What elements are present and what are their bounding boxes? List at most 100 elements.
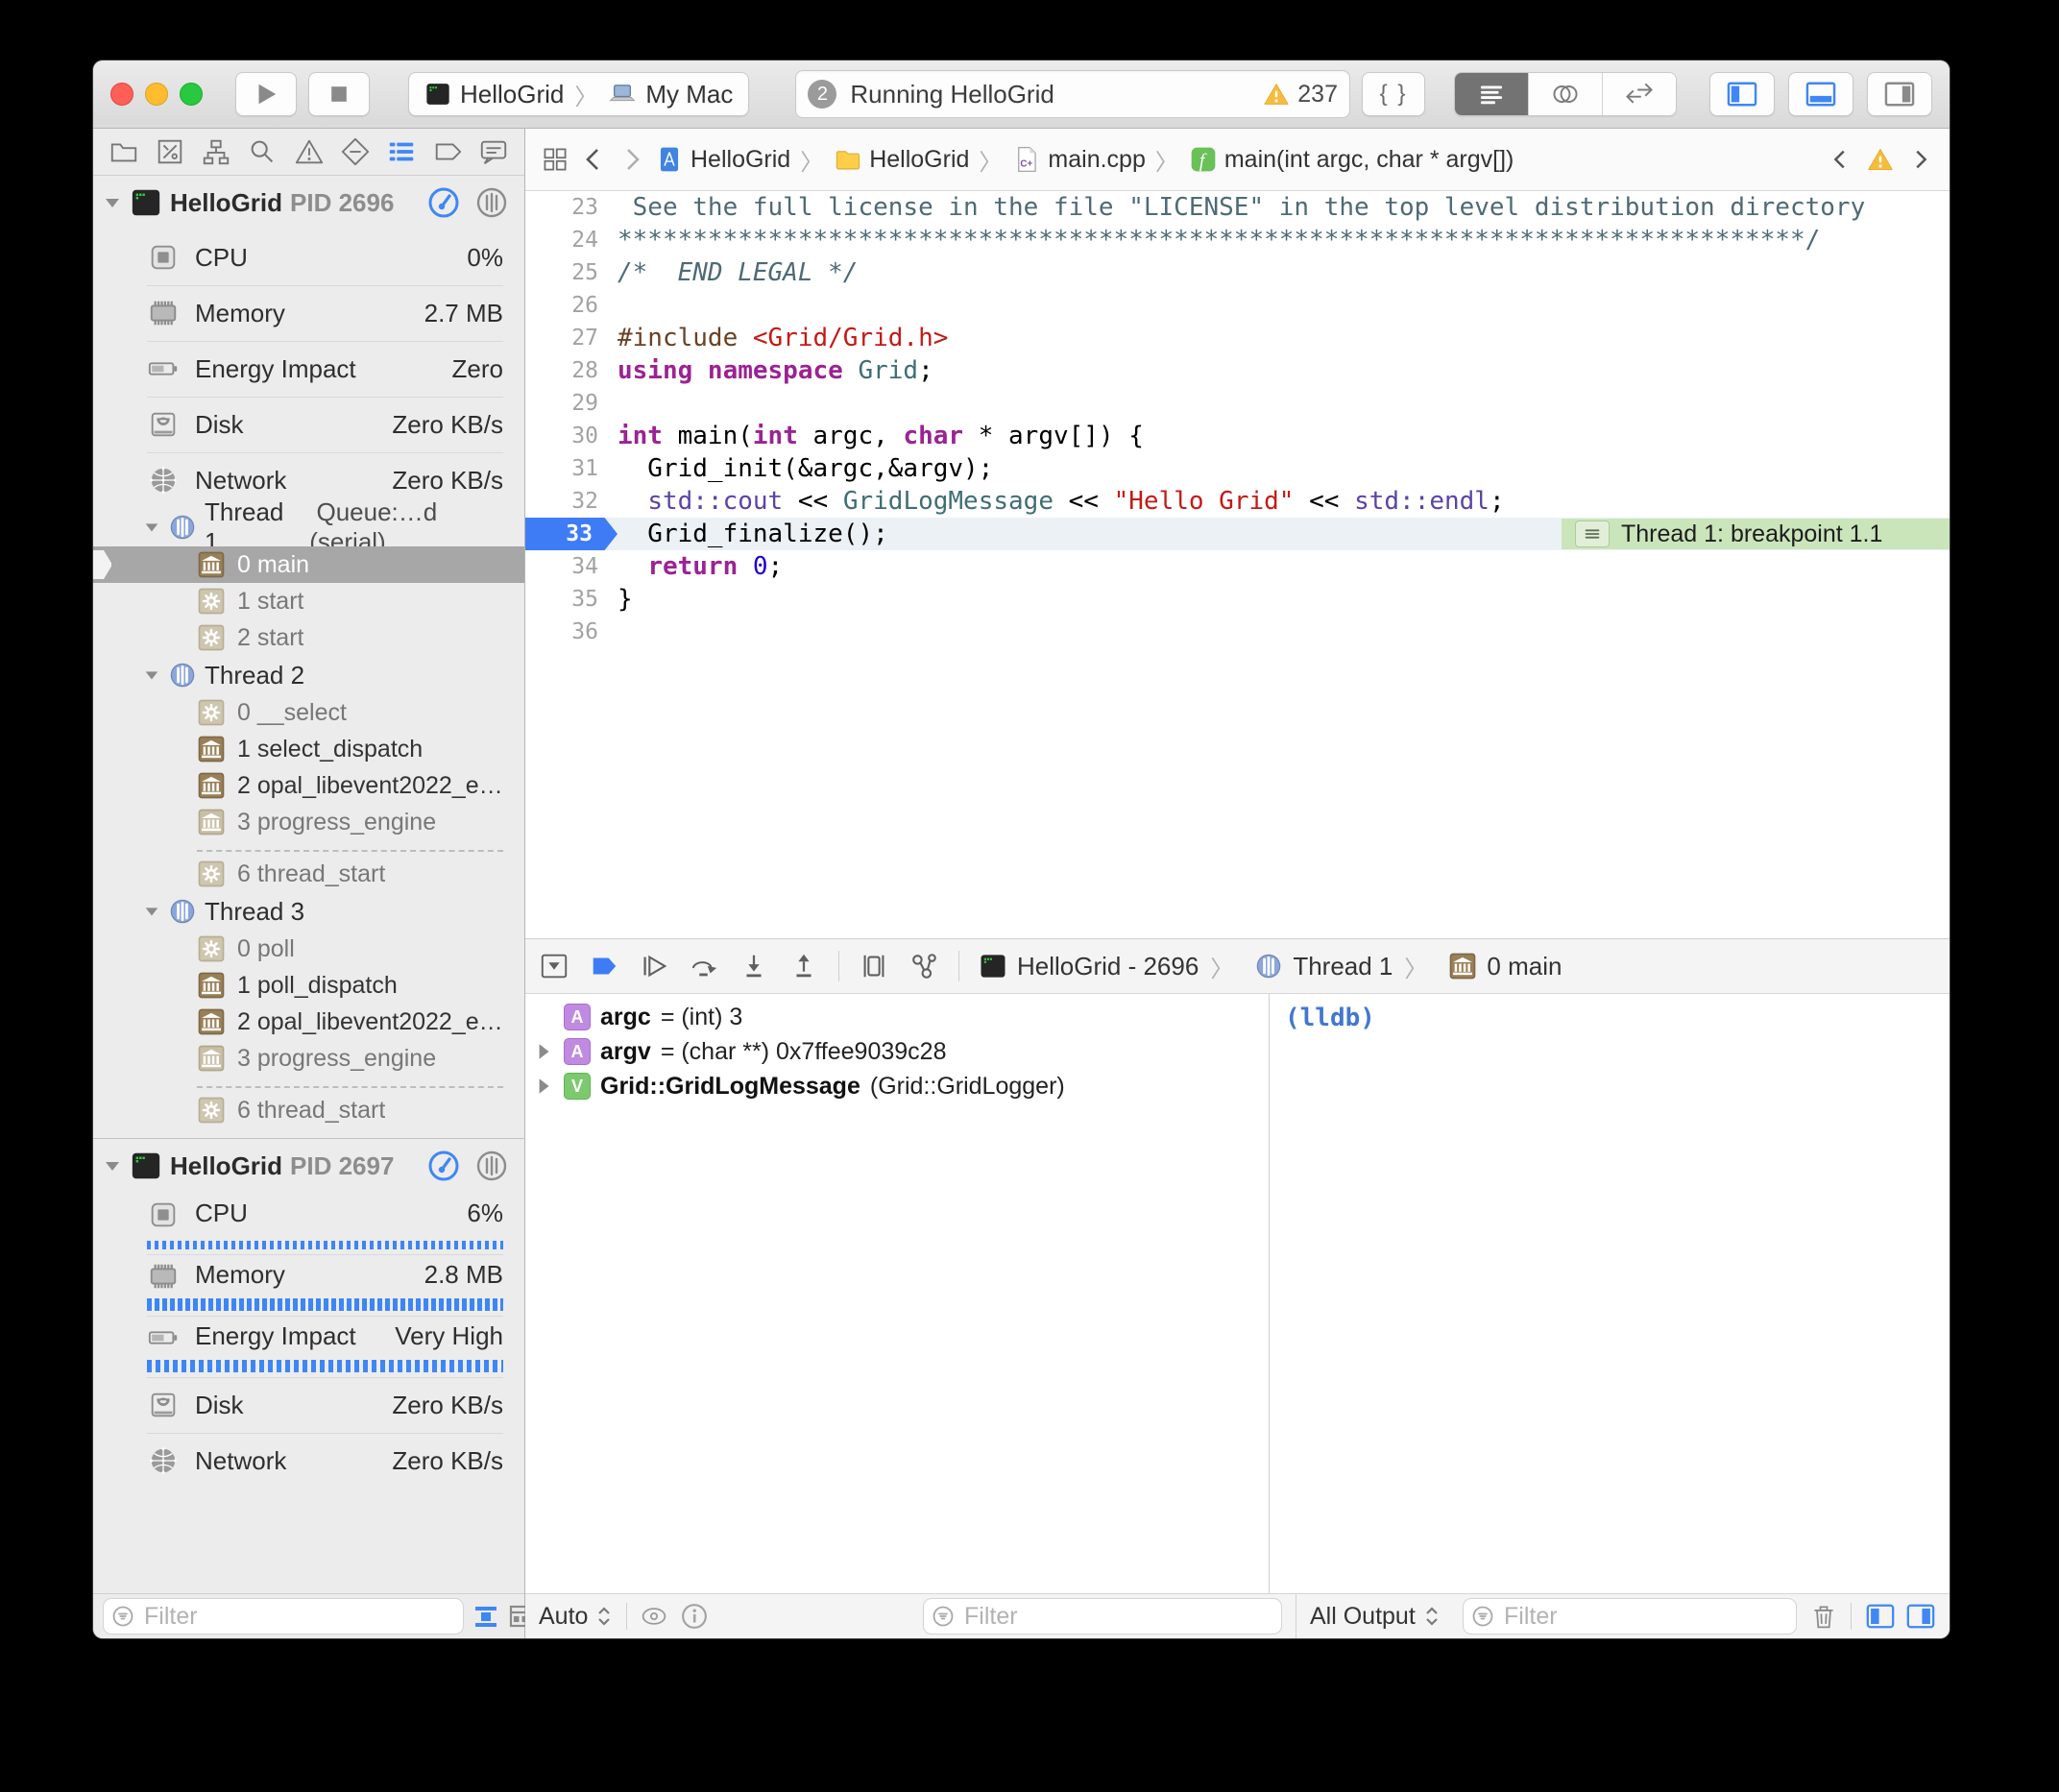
show-variables-view-button[interactable]	[1865, 1602, 1896, 1631]
console-view[interactable]: (lldb)	[1270, 994, 1950, 1593]
gauge-row-cpu[interactable]: CPU0%	[93, 230, 524, 285]
variable-row[interactable]: Aargc= (int) 3	[525, 1000, 1269, 1034]
standard-editor-button[interactable]	[1455, 73, 1529, 115]
continue-icon[interactable]	[639, 951, 669, 981]
activity-view[interactable]: 2 Running HelloGrid 237	[795, 70, 1350, 118]
info-icon[interactable]	[681, 1603, 708, 1630]
breadcrumb-symbol[interactable]: f main(int argc, char * argv[])	[1190, 146, 1514, 174]
back-button-icon[interactable]	[579, 145, 608, 174]
toggle-navigator-button[interactable]	[1709, 72, 1775, 116]
breakpoint-indicator[interactable]: 33	[525, 518, 618, 550]
navigator-filter-field[interactable]	[103, 1598, 464, 1635]
toggle-inspector-button[interactable]	[1867, 72, 1932, 116]
code-area[interactable]: 23 See the full license in the file "LIC…	[525, 191, 1950, 938]
variables-filter-field[interactable]	[923, 1598, 1282, 1635]
code-review-button[interactable]: { }	[1362, 72, 1425, 116]
debug-breadcrumb-process[interactable]: HelloGrid - 2696 〉	[979, 950, 1235, 983]
frame-row[interactable]: 6 thread_start	[93, 1092, 524, 1128]
breadcrumb-file[interactable]: C+ main.cpp 〉	[1013, 143, 1179, 177]
console-filter-input[interactable]	[1502, 1602, 1788, 1632]
code-line[interactable]: 30int main(int argc, char * argv[]) {	[525, 420, 1950, 452]
code-line[interactable]: 29	[525, 387, 1950, 420]
frame-row[interactable]: 0 main	[93, 546, 524, 583]
variables-scope-popup[interactable]: Auto	[539, 1603, 613, 1631]
code-line[interactable]: 36	[525, 616, 1950, 648]
code-line[interactable]: 34 return 0;	[525, 550, 1950, 583]
minimize-window-button[interactable]	[145, 83, 168, 106]
gauge-row-memory[interactable]: Memory2.7 MB	[93, 285, 524, 341]
frame-row[interactable]: 2 start	[93, 619, 524, 656]
related-items-icon[interactable]	[541, 145, 569, 174]
memory-graph-icon[interactable]	[908, 951, 939, 981]
breadcrumb-project[interactable]: HelloGrid 〉	[656, 143, 825, 177]
thread-row[interactable]: Thread 3	[93, 892, 524, 931]
frame-row[interactable]: 1 start	[93, 583, 524, 619]
stop-button[interactable]	[308, 72, 370, 116]
close-window-button[interactable]	[110, 83, 133, 106]
zoom-window-button[interactable]	[180, 83, 203, 106]
gauge-row-network[interactable]: NetworkZero KB/s	[93, 1433, 524, 1489]
clear-console-trash-icon[interactable]	[1810, 1603, 1837, 1630]
code-line[interactable]: 33 Grid_finalize();Thread 1: breakpoint …	[525, 518, 1950, 550]
hide-debug-area-icon[interactable]	[539, 951, 569, 981]
gauge-row-energy-impact[interactable]: Energy ImpactZero	[93, 341, 524, 397]
step-over-icon[interactable]	[689, 951, 719, 981]
variable-row[interactable]: VGrid::GridLogMessage(Grid::GridLogger)	[525, 1069, 1269, 1103]
code-line[interactable]: 26	[525, 289, 1950, 322]
console-output-popup[interactable]: All Output	[1310, 1603, 1441, 1631]
gauge-row-memory[interactable]: Memory2.8 MB	[93, 1254, 524, 1316]
code-line[interactable]: 35}	[525, 583, 1950, 616]
code-line[interactable]: 23 See the full license in the file "LIC…	[525, 191, 1950, 224]
thread-row[interactable]: Thread 1 Queue:…d (serial)	[93, 508, 524, 546]
breadcrumb-group[interactable]: HelloGrid 〉	[835, 143, 1004, 177]
code-line[interactable]: 25/* END LEGAL */	[525, 256, 1950, 289]
code-line[interactable]: 28using namespace Grid;	[525, 354, 1950, 387]
navigator-filter-input[interactable]	[142, 1602, 455, 1632]
gauge-row-disk[interactable]: DiskZero KB/s	[93, 397, 524, 452]
issues-indicator[interactable]: 237	[1263, 81, 1338, 109]
code-line[interactable]: 31 Grid_init(&argc,&argv);	[525, 452, 1950, 485]
toggle-debug-area-button[interactable]	[1788, 72, 1853, 116]
step-out-icon[interactable]	[788, 951, 819, 981]
forward-button-icon[interactable]	[618, 145, 646, 174]
previous-issue-icon[interactable]	[1827, 146, 1853, 173]
issue-navigator-icon[interactable]	[294, 136, 325, 167]
frame-row[interactable]: 0 __select	[93, 694, 524, 731]
gauge-row-disk[interactable]: DiskZero KB/s	[93, 1377, 524, 1433]
code-line[interactable]: 32 std::cout << GridLogMessage << "Hello…	[525, 485, 1950, 518]
breakpoints-enabled-icon[interactable]	[589, 951, 619, 981]
gauge-row-energy-impact[interactable]: Energy ImpactVery High	[93, 1316, 524, 1377]
find-navigator-icon[interactable]	[247, 136, 278, 167]
view-debugger-icon[interactable]	[859, 951, 889, 981]
project-navigator-icon[interactable]	[109, 136, 139, 167]
code-line[interactable]: 27#include <Grid/Grid.h>	[525, 322, 1950, 354]
gauge-row-cpu[interactable]: CPU6%	[93, 1193, 524, 1254]
filter-running-icon[interactable]	[473, 1604, 498, 1629]
variable-row[interactable]: Aargv= (char **) 0x7ffee9039c28	[525, 1034, 1269, 1069]
annotation-menu-icon[interactable]	[1575, 521, 1610, 547]
assistant-editor-button[interactable]	[1529, 73, 1603, 115]
debug-breadcrumb-thread[interactable]: Thread 1 〉	[1254, 950, 1429, 983]
debug-breadcrumb-frame[interactable]: 0 main	[1448, 952, 1562, 981]
frame-row[interactable]: 2 opal_libevent2022_ev…	[93, 767, 524, 804]
symbol-navigator-icon[interactable]	[201, 136, 231, 167]
show-console-view-button[interactable]	[1905, 1602, 1936, 1631]
breakpoint-navigator-icon[interactable]	[432, 136, 463, 167]
frame-row[interactable]: 2 opal_libevent2022_ev…	[93, 1004, 524, 1040]
run-button[interactable]	[235, 72, 297, 116]
debug-navigator-icon[interactable]	[386, 136, 417, 167]
process-row[interactable]: HelloGridPID 2696	[93, 176, 524, 230]
frame-row[interactable]: 6 thread_start	[93, 856, 524, 892]
frame-row[interactable]: 1 select_dispatch	[93, 731, 524, 767]
disclosure-triangle-icon[interactable]	[533, 1041, 554, 1062]
test-navigator-icon[interactable]	[340, 136, 371, 167]
thread-row[interactable]: Thread 2	[93, 656, 524, 694]
disclosure-triangle-icon[interactable]	[533, 1076, 554, 1097]
next-issue-icon[interactable]	[1907, 146, 1934, 173]
frame-row[interactable]: 0 poll	[93, 931, 524, 967]
quicklook-eye-icon[interactable]	[641, 1603, 667, 1630]
report-navigator-icon[interactable]	[478, 136, 509, 167]
version-editor-button[interactable]	[1603, 73, 1676, 115]
step-into-icon[interactable]	[739, 951, 769, 981]
breakpoint-annotation[interactable]: Thread 1: breakpoint 1.1	[1562, 519, 1950, 549]
